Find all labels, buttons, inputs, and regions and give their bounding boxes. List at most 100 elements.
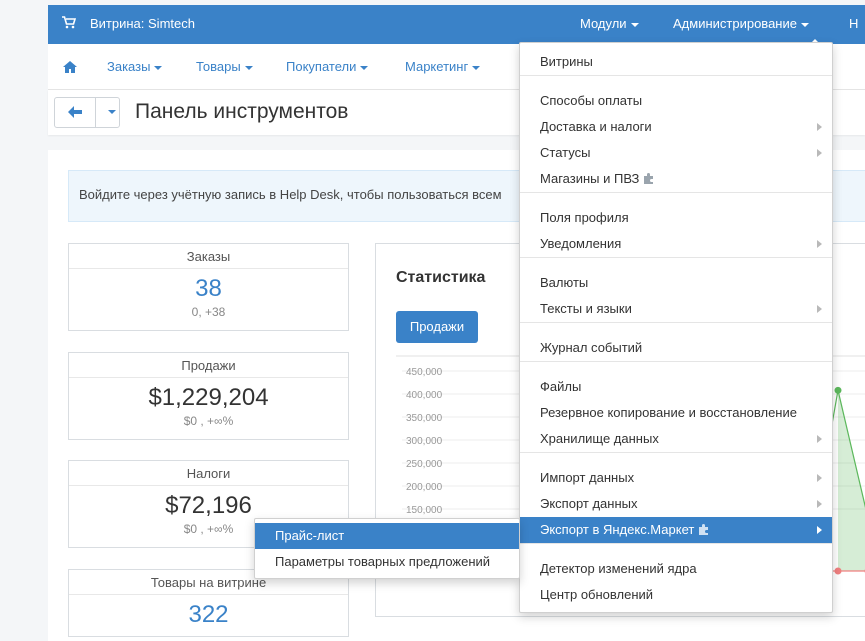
stat-label: Продажи [69, 353, 348, 378]
y-tick-label: 150,000 [406, 505, 443, 516]
back-arrow-icon[interactable] [68, 106, 82, 118]
yandex-export-submenu: Прайс-лист Параметры товарных предложений [254, 518, 520, 579]
y-tick-label: 200,000 [406, 482, 443, 493]
data-point [834, 386, 842, 394]
chevron-right-icon [817, 474, 822, 482]
chevron-down-icon[interactable] [108, 110, 116, 114]
y-tick-label: 450,000 [406, 367, 443, 378]
modules-label: Модули [580, 16, 627, 31]
admin-menu-item[interactable]: Витрины [520, 49, 832, 75]
nav-orders[interactable]: Заказы [107, 59, 163, 74]
admin-menu-item[interactable]: Магазины и ПВЗ [520, 166, 832, 192]
admin-menu-item[interactable]: Детектор изменений ядра [520, 556, 832, 582]
menu-item-label: Журнал событий [540, 340, 643, 355]
page-title: Панель инструментов [135, 100, 349, 123]
sales-stat-card: Продажи $1,229,204 $0 , +∞% [68, 352, 349, 440]
menu-item-label: Магазины и ПВЗ [540, 171, 640, 186]
admin-menu-item[interactable]: Статусы [520, 140, 832, 166]
data-point [834, 567, 842, 575]
nav-products[interactable]: Товары [196, 59, 253, 74]
chevron-down-icon [154, 65, 163, 70]
admin-menu-item[interactable]: Импорт данных [520, 465, 832, 491]
chevron-down-icon [800, 22, 809, 27]
modules-menu[interactable]: Модули [580, 16, 639, 31]
menu-item-label: Центр обновлений [540, 587, 654, 602]
admin-menu-item[interactable]: Журнал событий [520, 335, 832, 361]
nav-products-label: Товары [196, 59, 241, 74]
chevron-right-icon [817, 305, 822, 313]
price-list-item[interactable]: Прайс-лист [255, 523, 519, 549]
admin-menu-item[interactable]: Экспорт в Яндекс.Маркет [520, 517, 832, 543]
sales-tab-button[interactable]: Продажи [396, 311, 478, 343]
admin-menu-item[interactable]: Файлы [520, 374, 832, 400]
stat-value: $1,229,204 [148, 384, 269, 411]
addon-puzzle-icon [644, 173, 654, 184]
menu-item-label: Резервное копирование и восстановление [540, 405, 797, 420]
chevron-right-icon [817, 240, 822, 248]
menu-item-label: Тексты и языки [540, 301, 632, 316]
chevron-down-icon [244, 65, 253, 70]
menu-divider [520, 75, 832, 76]
nav-customers[interactable]: Покупатели [286, 59, 369, 74]
menu-divider [520, 452, 832, 453]
menu-divider [520, 257, 832, 258]
products-stat-card[interactable]: Товары на витрине 322 [68, 569, 349, 637]
storefront-link[interactable]: Витрина: Simtech [90, 16, 195, 31]
menu-item-label: Экспорт данных [540, 496, 638, 511]
menu-divider [520, 192, 832, 193]
menu-item-label: Валюты [540, 275, 589, 290]
nav-orders-label: Заказы [107, 59, 151, 74]
stat-value[interactable]: 322 [69, 601, 348, 629]
admin-menu-item[interactable]: Хранилище данных [520, 426, 832, 452]
addon-puzzle-icon [699, 524, 709, 535]
stat-value[interactable]: 38 [69, 275, 348, 303]
chevron-right-icon [817, 435, 822, 443]
cart-icon [62, 16, 76, 29]
admin-menu-item[interactable]: Валюты [520, 270, 832, 296]
y-tick-label: 300,000 [406, 436, 443, 447]
menu-item-label: Витрины [540, 54, 593, 69]
chevron-right-icon [817, 526, 822, 534]
menu-divider [520, 322, 832, 323]
stat-label: Заказы [69, 244, 348, 269]
admin-menu-item[interactable]: Уведомления [520, 231, 832, 257]
menu-item-label: Хранилище данных [540, 431, 659, 446]
orders-stat-card[interactable]: Заказы 38 0, +38 [68, 243, 349, 331]
administration-menu[interactable]: Администрирование [673, 16, 809, 31]
back-button-group [54, 97, 120, 128]
admin-menu-item[interactable]: Поля профиля [520, 205, 832, 231]
offer-params-item[interactable]: Параметры товарных предложений [255, 549, 519, 575]
admin-menu-item[interactable]: Доставка и налоги [520, 114, 832, 140]
menu-item-label: Способы оплаты [540, 93, 643, 108]
menu-divider [520, 543, 832, 544]
nav-marketing[interactable]: Маркетинг [405, 59, 481, 74]
menu-item-label: Файлы [540, 379, 582, 394]
menu-item-label: Статусы [540, 145, 591, 160]
chevron-down-icon [360, 65, 369, 70]
menu-item-label: Детектор изменений ядра [540, 561, 697, 576]
admin-menu-item[interactable]: Центр обновлений [520, 582, 832, 608]
statistics-title: Статистика [396, 269, 486, 286]
admin-menu-item[interactable]: Резервное копирование и восстановление [520, 400, 832, 426]
admin-menu-item[interactable]: Способы оплаты [520, 88, 832, 114]
home-icon[interactable] [63, 61, 77, 73]
admin-menu-item[interactable]: Тексты и языки [520, 296, 832, 322]
y-tick-label: 400,000 [406, 390, 443, 401]
nav-customers-label: Покупатели [286, 59, 357, 74]
y-tick-label: 350,000 [406, 413, 443, 424]
stat-label: Налоги [69, 461, 348, 486]
top-bar: Витрина: Simtech Модули Администрировани… [48, 5, 865, 45]
y-tick-label: 250,000 [406, 459, 443, 470]
administration-label: Администрирование [673, 16, 797, 31]
stat-change: $0 , +∞% [183, 414, 234, 428]
topbar-more-menu[interactable]: Н [849, 16, 858, 31]
admin-menu-item[interactable]: Экспорт данных [520, 491, 832, 517]
stat-change: 0, +38 [191, 305, 226, 319]
chevron-down-icon [630, 22, 639, 27]
menu-item-label: Импорт данных [540, 470, 635, 485]
menu-divider [520, 361, 832, 362]
chevron-right-icon [817, 123, 822, 131]
menu-item-label: Экспорт в Яндекс.Маркет [540, 522, 695, 537]
administration-dropdown: Витрины Способы оплаты Доставка и налоги Ст… [519, 42, 833, 613]
chevron-right-icon [817, 500, 822, 508]
